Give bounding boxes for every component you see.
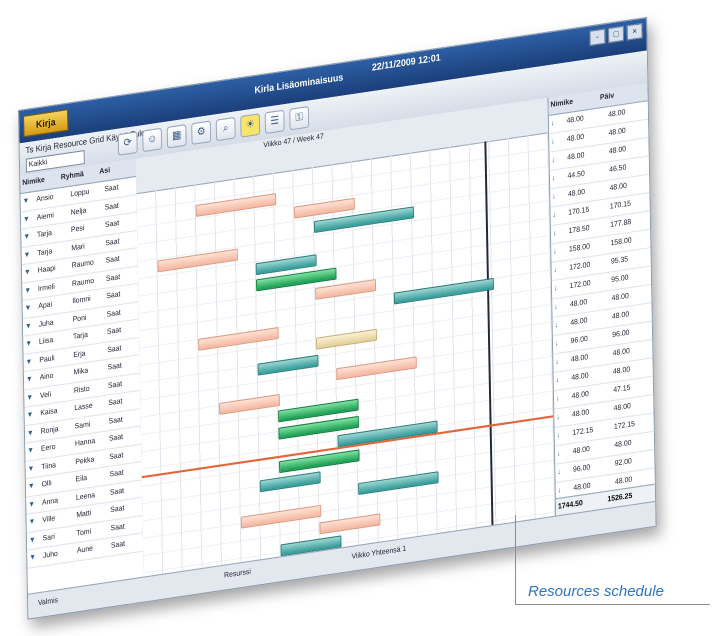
arrow-down-icon: ↓ <box>551 174 556 183</box>
resource-icon: ▼ <box>23 268 31 277</box>
users-icon[interactable]: ☺ <box>142 127 163 153</box>
totals-pane: Nimike Päiv ↓ 48.00 48.00 ↓ 48.00 48.00 ↓ 48.00… <box>547 82 656 517</box>
refresh-icon[interactable]: ⟳ <box>117 131 138 156</box>
callout-underline <box>515 604 710 605</box>
arrow-down-icon: ↓ <box>551 156 556 165</box>
list-icon[interactable]: ☰ <box>264 109 285 135</box>
arrow-down-icon: ↓ <box>552 229 557 238</box>
resource-list-pane: Nimike Ryhmä Asi ▼ Ansio Loppu Saat ▼ Aiemi Ne… <box>20 158 145 595</box>
search-icon[interactable]: ⌕ <box>215 116 236 142</box>
booking-bar[interactable] <box>198 326 279 351</box>
booking-bar[interactable] <box>157 248 238 273</box>
arrow-down-icon: ↓ <box>551 137 555 146</box>
arrow-down-icon: ↓ <box>553 266 558 275</box>
arrow-down-icon: ↓ <box>555 376 560 385</box>
schedule-grid[interactable] <box>136 132 556 578</box>
arrow-down-icon: ↓ <box>554 339 559 348</box>
booking-bar[interactable] <box>257 354 319 376</box>
booking-bar[interactable] <box>279 448 360 473</box>
resource-list-rows: ▼ Ansio Loppu Saat ▼ Aiemi Nelja Saat ▼ Tarja Pesi… <box>20 176 144 569</box>
resource-cell: Aune <box>76 545 94 556</box>
resource-cell: Saat <box>110 540 126 551</box>
booking-bar[interactable] <box>393 277 494 305</box>
resource-icon: ▼ <box>26 410 34 420</box>
resource-icon: ▼ <box>24 304 32 313</box>
resource-icon: ▼ <box>25 375 33 384</box>
callout-label: Resources schedule <box>528 583 664 600</box>
resource-icon: ▼ <box>28 517 36 527</box>
resource-icon: ▼ <box>28 535 36 545</box>
booking-bar[interactable] <box>358 470 439 495</box>
resource-icon: ▼ <box>25 357 33 367</box>
resource-schedule: Viikko 47 / Week 47 <box>135 97 556 578</box>
resource-icon: ▼ <box>23 250 31 260</box>
resource-icon: ▼ <box>26 393 34 402</box>
window-controls: - □ × <box>589 23 643 46</box>
booking-bar[interactable] <box>218 393 280 415</box>
screenshot-stage: Kirja Kirla Lisäominaisuus 22/11/2009 12… <box>0 0 715 636</box>
arrow-down-icon: ↓ <box>557 468 561 477</box>
arrow-down-icon: ↓ <box>556 449 561 459</box>
status-left: Valmis <box>37 596 59 608</box>
arrow-down-icon: ↓ <box>550 119 555 128</box>
resource-icon: ▼ <box>23 232 31 242</box>
close-button[interactable]: × <box>626 23 643 41</box>
resource-icon: ▼ <box>27 464 35 473</box>
calendar-icon[interactable]: ▦ <box>166 124 187 149</box>
booking-bar[interactable] <box>319 512 381 534</box>
settings-icon[interactable]: ⚙ <box>191 120 212 145</box>
arrow-down-icon: ↓ <box>553 247 557 257</box>
arrow-down-icon: ↓ <box>552 192 556 201</box>
resource-icon: ▼ <box>27 482 35 491</box>
resource-icon: ▼ <box>25 339 33 349</box>
today-marker <box>484 141 494 527</box>
datetime-label: 22/11/2009 12:01 <box>371 51 441 73</box>
window-title: Kirla Lisäominaisuus <box>254 71 344 96</box>
resource-icon: ▼ <box>22 197 30 206</box>
arrow-down-icon: ↓ <box>552 211 557 220</box>
resource-icon: ▼ <box>24 321 32 331</box>
booking-bar[interactable] <box>195 192 277 217</box>
resource-cell: Juho <box>42 550 58 561</box>
resource-icon: ▼ <box>29 553 37 563</box>
booking-bar[interactable] <box>336 356 417 381</box>
app-logo: Kirja <box>23 109 69 138</box>
booking-bar[interactable] <box>316 328 378 350</box>
app-window: Kirja Kirla Lisäominaisuus 22/11/2009 12… <box>18 16 657 620</box>
booking-bar[interactable] <box>315 278 377 300</box>
status-mid: Resurssi <box>224 568 251 580</box>
sun-icon[interactable]: ☀ <box>240 113 261 138</box>
arrow-down-icon: ↓ <box>556 413 560 422</box>
resource-icon: ▼ <box>22 214 30 224</box>
status-right: Viikko Yhteensä 1 <box>351 545 407 561</box>
booking-bar[interactable] <box>259 471 321 493</box>
arrow-down-icon: ↓ <box>555 394 560 403</box>
resource-icon: ▼ <box>27 446 35 456</box>
minimize-button[interactable]: - <box>589 28 606 46</box>
key-icon[interactable]: ⚿ <box>289 105 310 131</box>
arrow-down-icon: ↓ <box>556 431 561 440</box>
arrow-down-icon: ↓ <box>555 358 559 367</box>
resource-icon: ▼ <box>24 286 32 295</box>
booking-bar[interactable] <box>240 504 322 529</box>
resource-icon: ▼ <box>26 428 34 438</box>
arrow-down-icon: ↓ <box>554 321 559 330</box>
callout-leader-line <box>515 515 516 605</box>
totals-rows: ↓ 48.00 48.00 ↓ 48.00 48.00 ↓ 48.00 48.00 ↓ 44.50 4… <box>548 101 655 502</box>
arrow-down-icon: ↓ <box>553 284 558 293</box>
maximize-button[interactable]: □ <box>608 25 625 44</box>
resource-icon: ▼ <box>28 500 36 509</box>
arrow-down-icon: ↓ <box>554 303 558 312</box>
